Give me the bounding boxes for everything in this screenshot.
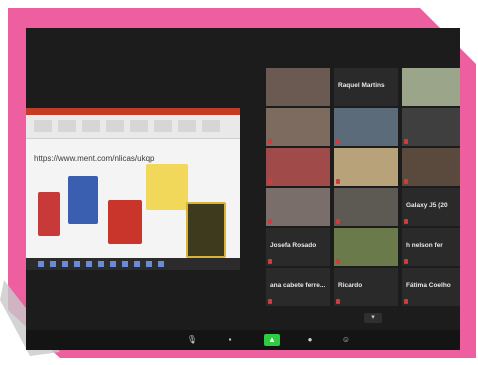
slide-url: https://www.ment.com/nlicas/ukqp	[34, 154, 155, 163]
participant-tile[interactable]	[334, 108, 398, 146]
taskbar	[26, 258, 240, 270]
meeting-window: https://www.ment.com/nlicas/ukqp Raquel …	[26, 28, 460, 350]
shared-screen: https://www.ment.com/nlicas/ukqp	[26, 108, 240, 270]
ppt-ribbon	[26, 108, 240, 139]
meeting-toolbar: 🎙 ▪ ▲ ● ☺	[26, 330, 460, 350]
participant-tile[interactable]: Raquel Martins	[334, 68, 398, 106]
participant-tile[interactable]	[266, 188, 330, 226]
participant-tile[interactable]: Josefa Rosado	[266, 228, 330, 266]
participant-tile[interactable]	[266, 108, 330, 146]
participant-tile[interactable]	[334, 228, 398, 266]
participant-tile[interactable]	[266, 148, 330, 186]
participant-tile[interactable]	[402, 68, 460, 106]
reactions-icon[interactable]: ☺	[338, 334, 354, 346]
character-image-3	[108, 200, 142, 244]
character-image-1	[38, 192, 60, 236]
chevron-down-icon[interactable]: ▾	[364, 313, 382, 323]
poster-image	[186, 202, 226, 258]
ppt-title-bar	[26, 108, 240, 115]
participant-tile[interactable]	[402, 148, 460, 186]
chat-icon[interactable]: ▪	[222, 334, 238, 346]
participant-tile[interactable]: ana cabete ferre...	[266, 268, 330, 306]
participant-tile[interactable]	[266, 68, 330, 106]
mic-icon[interactable]: 🎙	[184, 334, 200, 346]
character-image-4	[146, 164, 188, 210]
share-icon[interactable]: ▲	[264, 334, 280, 346]
participant-tile[interactable]: h nelson fer	[402, 228, 460, 266]
character-image-2	[68, 176, 98, 224]
participant-tile[interactable]	[402, 108, 460, 146]
participant-tile[interactable]: Fátima Coelho	[402, 268, 460, 306]
participant-tile[interactable]	[334, 188, 398, 226]
participant-tile[interactable]	[334, 148, 398, 186]
record-icon[interactable]: ●	[302, 334, 318, 346]
participant-tile[interactable]: Ricardo	[334, 268, 398, 306]
participant-tile[interactable]: Galaxy J5 (20	[402, 188, 460, 226]
